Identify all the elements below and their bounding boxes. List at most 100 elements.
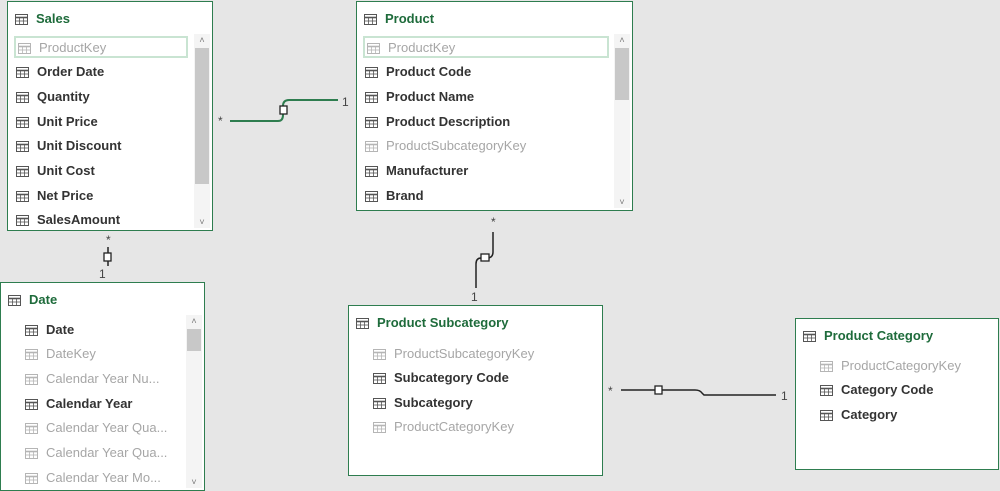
field-row[interactable]: ProductCategoryKey	[820, 354, 990, 376]
field-label: Category	[841, 406, 898, 422]
table-title: Sales	[36, 10, 70, 26]
chevron-up-icon[interactable]: ˄	[186, 315, 202, 327]
sales-product-one-label: 1	[342, 95, 349, 109]
field-label: ProductKey	[39, 39, 107, 55]
field-row[interactable]: Brand	[365, 184, 611, 206]
field-icon	[820, 384, 833, 396]
field-row[interactable]: ProductKey	[363, 36, 609, 58]
table-header[interactable]: Date	[1, 283, 204, 315]
field-row[interactable]: SalesAmount	[16, 209, 190, 231]
field-row[interactable]: ProductCategoryKey	[373, 416, 593, 438]
field-row[interactable]: ProductSubcategoryKey	[365, 135, 611, 157]
scroll-thumb[interactable]	[615, 48, 629, 100]
chevron-down-icon[interactable]: ˅	[194, 216, 210, 228]
field-icon	[25, 447, 38, 459]
chevron-up-icon[interactable]: ˄	[614, 34, 630, 46]
table-header[interactable]: Product Subcategory	[349, 306, 602, 338]
table-product-category[interactable]: Product Category ProductCategoryKey Categ…	[795, 318, 999, 470]
relationship-product-subcategory[interactable]: * 1	[471, 215, 496, 304]
field-row[interactable]: Unit Cost	[16, 160, 190, 182]
field-row[interactable]: Calendar Year Mo...	[25, 466, 185, 488]
field-label: ProductCategoryKey	[394, 419, 514, 434]
table-header[interactable]: Product Category	[796, 319, 998, 351]
field-row[interactable]: Category	[820, 403, 990, 425]
field-row[interactable]: Category Code	[820, 379, 990, 401]
table-header[interactable]: Product	[357, 2, 632, 34]
field-row[interactable]: Quantity	[16, 85, 190, 107]
sales-date-one-label: 1	[99, 267, 106, 281]
chevron-down-icon[interactable]: ˅	[614, 196, 630, 208]
field-label: ProductKey	[388, 39, 456, 55]
field-row[interactable]: ProductSubcategoryKey	[373, 342, 593, 364]
field-row[interactable]: ProductKey	[14, 36, 188, 58]
field-list: ProductSubcategoryKey Subcategory Code Sub…	[349, 338, 602, 475]
table-icon	[15, 13, 28, 25]
product-subcategory-one-label: 1	[471, 290, 478, 304]
field-row[interactable]: Manufacturer	[365, 160, 611, 182]
field-icon	[16, 66, 29, 79]
field-label: Calendar Year Qua...	[46, 420, 168, 436]
field-label: Product Description	[386, 113, 511, 129]
table-sales[interactable]: Sales ProductKey Order Date Quantity Unit P…	[7, 1, 213, 231]
field-icon	[365, 165, 378, 177]
field-icon	[25, 348, 38, 361]
field-row[interactable]: Date	[25, 318, 185, 340]
field-label: Product Name	[386, 88, 475, 104]
field-icon	[365, 91, 378, 103]
field-row[interactable]: Calendar Year Nu...	[25, 367, 185, 389]
field-label: Quantity	[37, 88, 90, 104]
table-icon	[8, 294, 21, 306]
field-icon	[25, 373, 38, 385]
field-label: ProductSubcategoryKey	[386, 138, 527, 154]
scrollbar[interactable]: ˄ ˅	[614, 34, 630, 208]
table-header[interactable]: Sales	[8, 2, 212, 34]
field-list: ProductKey Product Code Product Name Produc…	[357, 34, 632, 210]
field-row[interactable]: Net Price	[16, 184, 190, 206]
table-product-subcategory[interactable]: Product Subcategory ProductSubcategoryKe…	[348, 305, 603, 476]
field-row[interactable]: Subcategory	[373, 391, 593, 413]
table-title: Product Subcategory	[377, 314, 509, 330]
field-icon	[16, 140, 29, 153]
table-date[interactable]: Date Date DateKey Calendar Year Nu... Calen…	[0, 282, 205, 491]
field-icon	[820, 409, 833, 421]
field-row[interactable]: Calendar Year Qua...	[25, 417, 185, 439]
field-row[interactable]: Product Code	[365, 61, 611, 83]
field-icon	[16, 214, 29, 227]
field-label: DateKey	[46, 346, 96, 362]
chevron-down-icon[interactable]: ˅	[186, 476, 202, 488]
sales-product-many-label: *	[218, 114, 223, 128]
field-label: Calendar Year Nu...	[46, 370, 160, 386]
table-title: Product	[385, 10, 435, 26]
scrollbar[interactable]: ˄ ˅	[186, 315, 202, 488]
field-row[interactable]: Unit Price	[16, 110, 190, 132]
field-label: SalesAmount	[37, 212, 121, 228]
field-row[interactable]: Product Description	[365, 110, 611, 132]
field-label: Calendar Year	[46, 395, 133, 411]
field-icon	[25, 398, 38, 410]
field-label: Net Price	[37, 187, 94, 203]
field-icon	[25, 422, 38, 435]
relationship-subcategory-category[interactable]: * 1	[608, 384, 788, 403]
field-label: Unit Price	[37, 113, 98, 129]
diagram-canvas[interactable]: * 1 * 1 * 1 * 1 Sales ProductKey Order D…	[0, 0, 1000, 491]
scroll-thumb[interactable]	[195, 48, 209, 184]
scroll-thumb[interactable]	[187, 329, 201, 351]
field-label: ProductSubcategoryKey	[394, 345, 535, 361]
field-label: Manufacturer	[386, 163, 469, 178]
field-row[interactable]: Calendar Year	[25, 392, 185, 414]
relationship-sales-date[interactable]: * 1	[99, 233, 112, 281]
relationship-sales-product[interactable]: * 1	[218, 95, 349, 128]
field-row[interactable]: Product Name	[365, 85, 611, 107]
field-row[interactable]: Subcategory Code	[373, 367, 593, 389]
field-row[interactable]: Order Date	[16, 61, 190, 83]
field-label: Calendar Year Qua...	[46, 445, 168, 460]
scrollbar[interactable]: ˄ ˅	[194, 34, 210, 228]
field-row[interactable]: DateKey	[25, 343, 185, 365]
field-list: ProductKey Order Date Quantity Unit Price Un…	[8, 34, 212, 230]
field-icon	[820, 360, 833, 372]
field-row[interactable]: Calendar Year Qua...	[25, 442, 185, 464]
chevron-up-icon[interactable]: ˄	[194, 34, 210, 46]
table-product[interactable]: Product ProductKey Product Code Product Na…	[356, 1, 633, 211]
field-row[interactable]: Unit Discount	[16, 135, 190, 157]
field-label: ProductCategoryKey	[841, 357, 961, 373]
